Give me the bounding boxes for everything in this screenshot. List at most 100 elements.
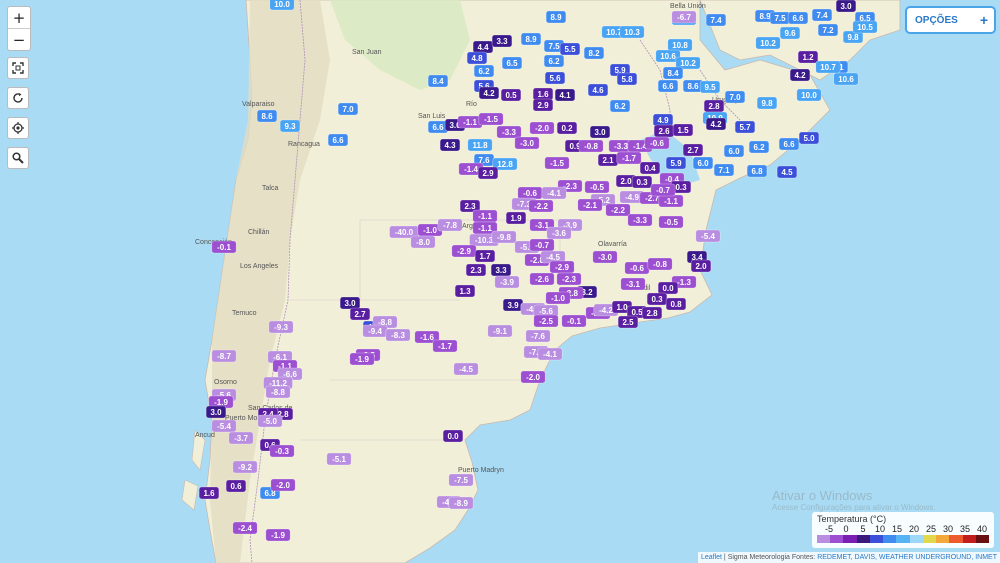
station-marker[interactable]: 0.5 (500, 88, 522, 102)
station-marker[interactable]: -1.1 (658, 194, 684, 208)
station-marker[interactable]: 10.7 (815, 60, 841, 74)
station-marker[interactable]: 8.4 (427, 74, 449, 88)
station-marker[interactable]: 9.6 (779, 26, 801, 40)
station-marker[interactable]: 4.2 (789, 68, 811, 82)
temperature-map[interactable]: San JuanValparaisoRancaguaTalcaConcepció… (0, 0, 1000, 563)
station-marker[interactable]: -3.0 (514, 136, 540, 150)
station-marker[interactable]: 1.7 (474, 249, 496, 263)
station-marker[interactable]: 7.2 (817, 23, 839, 37)
station-marker[interactable]: 10.0 (269, 0, 295, 11)
station-marker[interactable]: -2.1 (577, 198, 603, 212)
station-marker[interactable]: -1.7 (616, 151, 642, 165)
station-marker[interactable]: -8.7 (211, 349, 237, 363)
station-marker[interactable]: 5.7 (734, 120, 756, 134)
refresh-button[interactable] (7, 87, 29, 109)
station-marker[interactable]: 1.2 (797, 50, 819, 64)
station-marker[interactable]: 7.4 (811, 8, 833, 22)
station-marker[interactable]: 4.5 (776, 165, 798, 179)
station-marker[interactable]: 6.8 (746, 164, 768, 178)
station-marker[interactable]: 2.8 (641, 306, 663, 320)
station-marker[interactable]: -3.7 (228, 431, 254, 445)
station-marker[interactable]: -0.8 (647, 257, 673, 271)
station-marker[interactable]: -8.0 (410, 235, 436, 249)
station-marker[interactable]: 0.2 (556, 121, 578, 135)
station-marker[interactable]: -0.8 (578, 139, 604, 153)
station-marker[interactable]: -3.3 (627, 213, 653, 227)
station-marker[interactable]: 10.8 (667, 38, 693, 52)
station-marker[interactable]: 6.6 (327, 133, 349, 147)
station-marker[interactable]: 6.6 (787, 11, 809, 25)
station-marker[interactable]: 4.2 (478, 86, 500, 100)
station-marker[interactable]: 7.1 (713, 163, 735, 177)
station-marker[interactable]: -8.9 (448, 496, 474, 510)
station-marker[interactable]: -0.3 (269, 444, 295, 458)
station-marker[interactable]: 1.6 (532, 87, 554, 101)
station-marker[interactable]: -1.9 (349, 352, 375, 366)
station-marker[interactable]: -5.4 (695, 229, 721, 243)
station-marker[interactable]: -3.3 (496, 125, 522, 139)
station-marker[interactable]: -8.8 (265, 385, 291, 399)
station-marker[interactable]: 6.2 (748, 140, 770, 154)
sources-link[interactable]: REDEMET, DAVIS, WEATHER UNDERGROUND, INM… (817, 554, 997, 561)
station-marker[interactable]: 6.2 (609, 99, 631, 113)
station-marker[interactable]: -5.4 (211, 419, 237, 433)
station-marker[interactable]: -2.3 (556, 272, 582, 286)
station-marker[interactable]: 6.0 (723, 144, 745, 158)
station-marker[interactable]: -2.5 (533, 314, 559, 328)
station-marker[interactable]: -2.9 (451, 244, 477, 258)
station-marker[interactable]: -1.5 (478, 112, 504, 126)
station-marker[interactable]: 8.9 (520, 32, 542, 46)
station-marker[interactable]: 3.3 (491, 34, 513, 48)
station-marker[interactable]: 7.0 (724, 90, 746, 104)
station-marker[interactable]: 6.2 (543, 54, 565, 68)
station-marker[interactable]: 2.9 (477, 166, 499, 180)
station-marker[interactable]: 4.8 (466, 51, 488, 65)
station-marker[interactable]: 6.6 (657, 79, 679, 93)
station-marker[interactable]: 4.4 (472, 40, 494, 54)
station-marker[interactable]: 7.4 (705, 13, 727, 27)
station-marker[interactable]: 6.0 (692, 156, 714, 170)
station-marker[interactable]: 6.5 (501, 56, 523, 70)
station-marker[interactable]: 5.6 (544, 71, 566, 85)
station-marker[interactable]: -4.5 (453, 362, 479, 376)
leaflet-link[interactable]: Leaflet (701, 554, 722, 561)
station-marker[interactable]: 2.8 (703, 99, 725, 113)
station-marker[interactable]: 4.3 (439, 138, 461, 152)
station-marker[interactable]: -9.4 (362, 324, 388, 338)
station-marker[interactable]: 2.7 (349, 307, 371, 321)
station-marker[interactable]: -0.6 (517, 186, 543, 200)
station-marker[interactable]: -0.1 (211, 240, 237, 254)
station-marker[interactable]: -2.0 (529, 121, 555, 135)
station-marker[interactable]: 2.0 (690, 259, 712, 273)
station-marker[interactable]: -7.8 (437, 218, 463, 232)
fullscreen-button[interactable] (7, 57, 29, 79)
station-marker[interactable]: -1.7 (432, 339, 458, 353)
station-marker[interactable]: 0.3 (631, 175, 653, 189)
station-marker[interactable]: -9.3 (268, 320, 294, 334)
station-marker[interactable]: 6.2 (473, 64, 495, 78)
station-marker[interactable]: -3.6 (546, 226, 572, 240)
station-marker[interactable]: 10.3 (619, 25, 645, 39)
station-marker[interactable]: -3.0 (592, 250, 618, 264)
station-marker[interactable]: 2.9 (532, 98, 554, 112)
station-marker[interactable]: 2.1 (597, 153, 619, 167)
station-marker[interactable]: -1.9 (265, 528, 291, 542)
station-marker[interactable]: 2.7 (682, 143, 704, 157)
station-marker[interactable]: 0.0 (657, 281, 679, 295)
station-marker[interactable]: -2.0 (520, 370, 546, 384)
station-marker[interactable]: 5.9 (665, 156, 687, 170)
station-marker[interactable]: 8.4 (662, 66, 684, 80)
station-marker[interactable]: 3.0 (589, 125, 611, 139)
station-marker[interactable]: 5.8 (616, 72, 638, 86)
station-marker[interactable]: 8.9 (545, 10, 567, 24)
station-marker[interactable]: 4.6 (587, 83, 609, 97)
station-marker[interactable]: -3.9 (494, 275, 520, 289)
zoom-in-button[interactable]: + (8, 7, 30, 28)
station-marker[interactable]: -5.0 (257, 414, 283, 428)
station-marker[interactable]: -0.7 (650, 183, 676, 197)
station-marker[interactable]: 0.0 (442, 429, 464, 443)
station-marker[interactable]: -0.5 (584, 180, 610, 194)
search-button[interactable] (7, 147, 29, 169)
station-marker[interactable]: 3.0 (835, 0, 857, 13)
station-marker[interactable]: 0.8 (665, 297, 687, 311)
